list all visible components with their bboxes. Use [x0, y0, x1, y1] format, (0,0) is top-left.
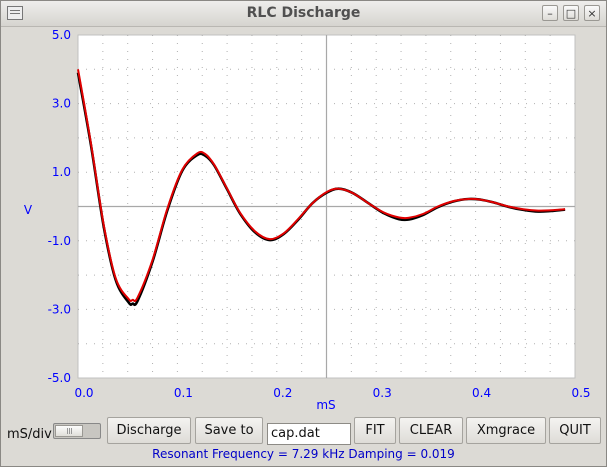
close-icon[interactable]: × — [584, 5, 600, 21]
control-bar: mS/div Discharge Save to cap.dat FIT CLE… — [1, 417, 606, 447]
y-tick-label: 3.0 — [52, 97, 71, 111]
save-to-button[interactable]: Save to — [195, 417, 263, 444]
y-tick-label: -3.0 — [48, 302, 71, 316]
y-tick-label: -1.0 — [48, 234, 71, 248]
y-tick-label: -5.0 — [48, 371, 71, 385]
y-axis-label: V — [24, 203, 33, 217]
quit-button[interactable]: QUIT — [549, 417, 601, 444]
plot-panel: 5.0 3.0 1.0 -1.0 -3.0 -5.0 0.0 0.1 0.2 0.3 0.4 0.5… — [1, 27, 606, 422]
x-tick-label: 0.0 — [74, 386, 93, 400]
x-axis-label: mS — [316, 398, 335, 412]
x-tick-label: 0.2 — [273, 386, 292, 400]
minimize-icon[interactable]: – — [542, 5, 558, 21]
x-tick-label: 0.1 — [174, 386, 193, 400]
app-window: RLC Discharge – □ × 5.0 3.0 1.0 -1.0 -3.0 -5.… — [0, 0, 607, 467]
x-tick-label: 0.3 — [373, 386, 392, 400]
plot-canvas[interactable]: 5.0 3.0 1.0 -1.0 -3.0 -5.0 0.0 0.1 0.2 0.3 0.4 0.5… — [1, 27, 606, 422]
ms-div-slider-thumb[interactable] — [55, 425, 83, 437]
y-tick-labels: 5.0 3.0 1.0 -1.0 -3.0 -5.0 — [48, 28, 71, 385]
maximize-icon[interactable]: □ — [563, 5, 579, 21]
title-bar[interactable]: RLC Discharge – □ × — [1, 1, 606, 27]
status-text: Resonant Frequency = 7.29 kHz Damping = … — [152, 447, 455, 461]
fit-button[interactable]: FIT — [354, 417, 396, 444]
x-tick-label: 0.4 — [472, 386, 491, 400]
y-tick-label: 5.0 — [52, 28, 71, 42]
discharge-button[interactable]: Discharge — [107, 417, 191, 444]
window-title: RLC Discharge — [246, 5, 361, 21]
x-tick-label: 0.5 — [571, 386, 590, 400]
y-tick-label: 1.0 — [52, 165, 71, 179]
ms-div-label: mS/div — [7, 427, 52, 442]
xmgrace-button[interactable]: Xmgrace — [466, 417, 546, 444]
filename-input[interactable]: cap.dat — [267, 423, 351, 445]
clear-button[interactable]: CLEAR — [399, 417, 463, 444]
ms-div-slider[interactable] — [53, 423, 101, 439]
